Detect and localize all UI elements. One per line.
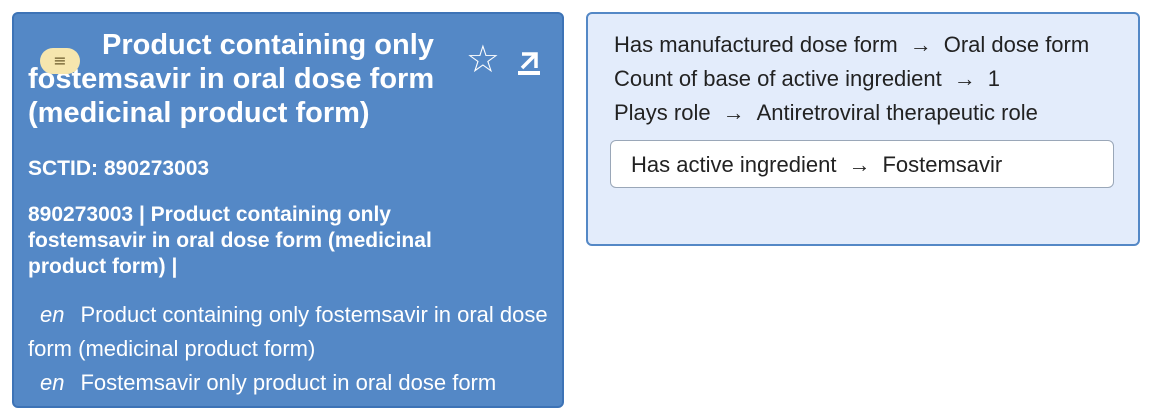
relationship-group: Has active ingredient → Fostemsavir: [610, 140, 1114, 188]
sctid-value: 890273003: [104, 157, 210, 180]
arrow-icon: →: [848, 152, 871, 177]
concept-header: ≡ Product containing only fostemsavir in…: [28, 28, 548, 130]
attribute-value[interactable]: Antiretroviral therapeutic role: [757, 100, 1038, 125]
attribute-value[interactable]: Fostemsavir: [882, 152, 1002, 177]
language-tag: en: [40, 302, 65, 327]
fsn-copy-line: 890273003 | Product containing only fost…: [28, 203, 432, 278]
description-item: en Fostemsavir only product in oral dose …: [28, 366, 548, 400]
attribute-name[interactable]: Plays role: [614, 100, 711, 125]
attribute-name[interactable]: Count of base of active ingredient: [614, 66, 942, 91]
concept-card: ≡ Product containing only fostemsavir in…: [12, 12, 564, 408]
hamburger-icon[interactable]: ≡: [40, 48, 80, 74]
attribute-name[interactable]: Has manufactured dose form: [614, 32, 898, 57]
concept-title: Product containing only fostemsavir in o…: [28, 28, 498, 130]
sctid-label: SCTID:: [28, 157, 98, 180]
attribute-name[interactable]: Has active ingredient: [631, 152, 836, 177]
concept-title-text: Product containing only fostemsavir in o…: [28, 29, 435, 129]
star-icon[interactable]: ☆: [466, 40, 500, 78]
language-tag: en: [40, 370, 65, 395]
attributes-card: Has manufactured dose form → Oral dose for…: [586, 12, 1140, 246]
arrow-icon: →: [909, 32, 932, 57]
attribute-row: Has manufactured dose form → Oral dose for…: [602, 28, 1124, 62]
attribute-row: Plays role → Antiretroviral therapeutic ro…: [602, 96, 1124, 130]
attribute-row: Count of base of active ingredient → 1: [602, 62, 1124, 96]
arrow-icon: →: [722, 100, 745, 125]
description-list: en Product containing only fostemsavir in…: [28, 298, 548, 400]
description-text: Fostemsavir only product in oral dose fo…: [80, 370, 497, 395]
attribute-value[interactable]: Oral dose form: [944, 32, 1090, 57]
attribute-value: 1: [987, 66, 1001, 91]
description-text: Product containing only fostemsavir in o…: [28, 302, 548, 361]
sctid-line: SCTID: 890273003: [28, 156, 548, 182]
description-item: en Product containing only fostemsavir in…: [28, 298, 548, 366]
arrow-icon: →: [953, 66, 976, 91]
export-icon[interactable]: [516, 50, 542, 76]
